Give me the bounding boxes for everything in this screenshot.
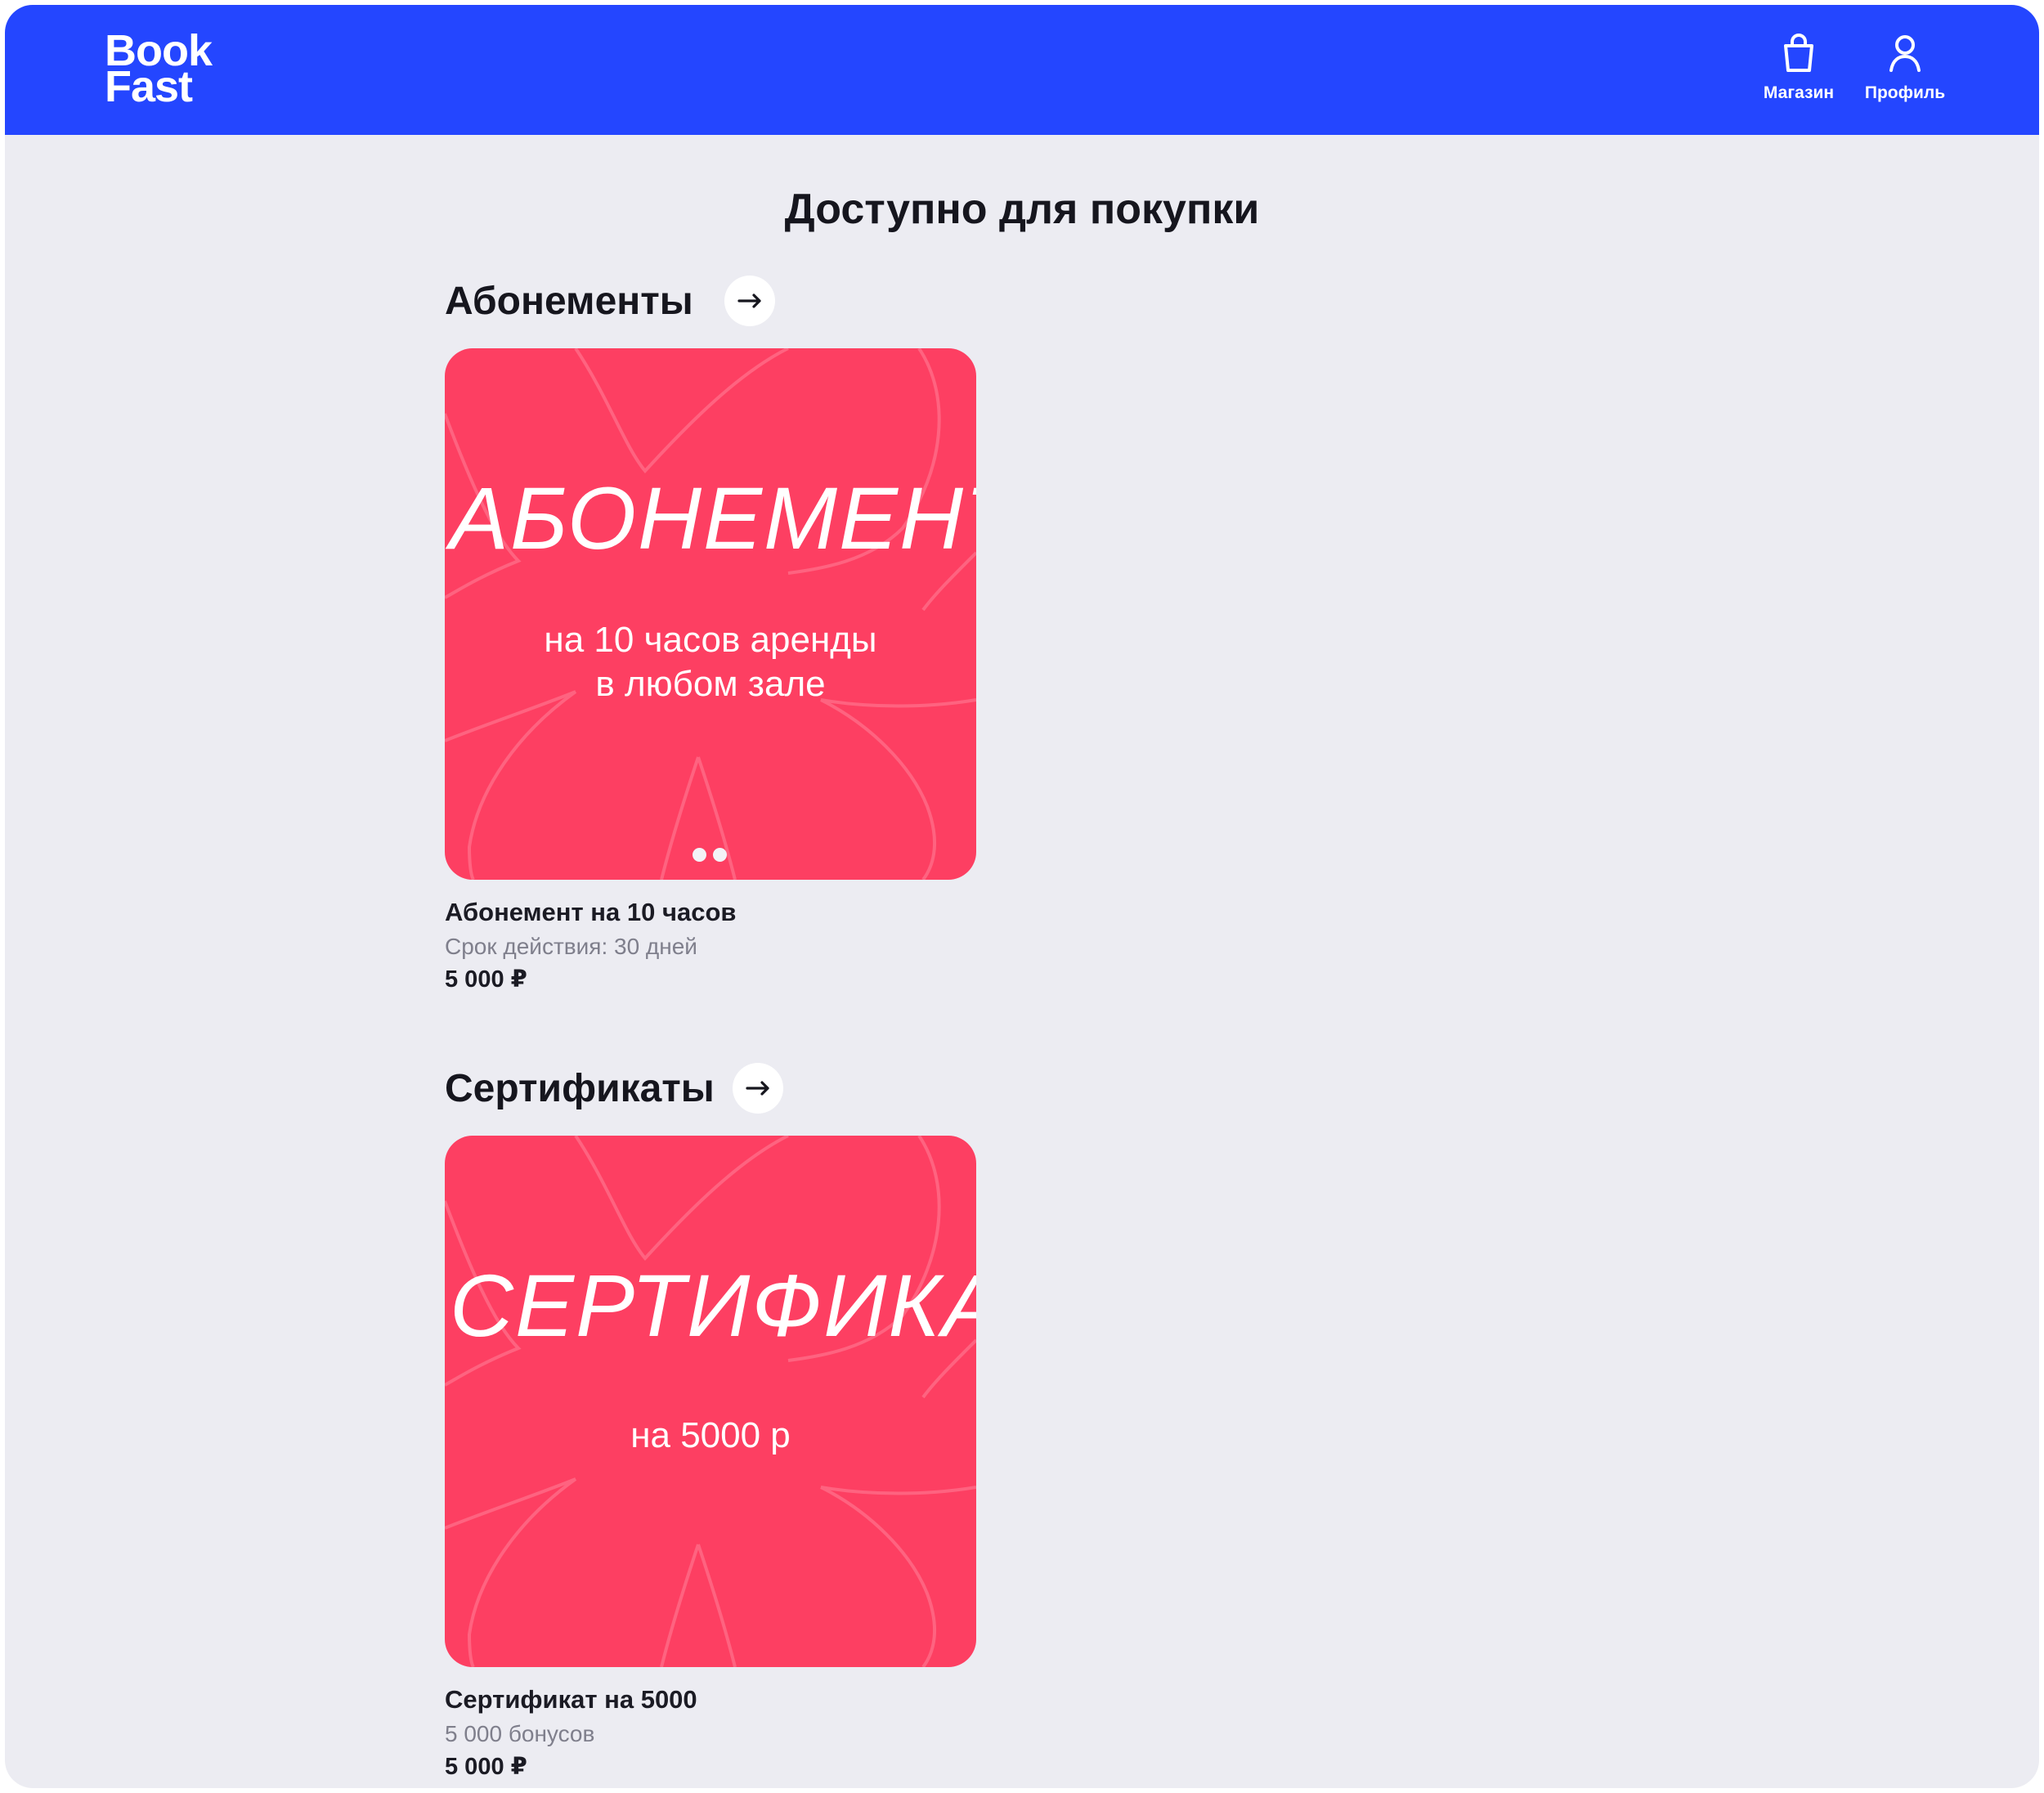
subscription-card-subtitle-line1: на 10 часов аренды	[544, 620, 877, 660]
product-price: 5 000 ₽	[445, 966, 527, 993]
certificate-card-image[interactable]: СЕРТИФИКАТ на 5000 р	[445, 1136, 976, 1667]
nav-shop-label: Магазин	[1763, 83, 1835, 102]
subscription-card-subtitle: на 10 часов аренды в любом зале	[445, 618, 976, 706]
carousel-dot[interactable]	[693, 848, 706, 862]
top-navigation-bar: Book Fast Магазин Профиль	[5, 5, 2039, 135]
product-name[interactable]: Сертификат на 5000	[445, 1685, 697, 1715]
shopping-bag-icon	[1784, 34, 1813, 72]
subscription-product-info: Абонемент на 10 часов Срок действия: 30 …	[445, 898, 736, 993]
product-bonuses: 5 000 бонусов	[445, 1721, 595, 1746]
certificate-card-headline: СЕРТИФИКАТ	[450, 1256, 976, 1355]
subscriptions-arrow-button[interactable]	[724, 276, 775, 326]
section-title-certificates: Сертификаты	[445, 1066, 715, 1110]
nav-profile-label: Профиль	[1864, 83, 1946, 102]
carousel-dot[interactable]	[713, 848, 727, 862]
product-price: 5 000 ₽	[445, 1754, 527, 1780]
certificates-arrow-button[interactable]	[732, 1063, 783, 1114]
product-name[interactable]: Абонемент на 10 часов	[445, 898, 736, 927]
section-header-certificates: Сертификаты	[445, 1063, 783, 1114]
flower-pattern	[445, 1136, 976, 1667]
subscription-card-subtitle-line2: в любом зале	[595, 664, 826, 704]
app-window: Book Fast Магазин Профиль Доступно для п…	[5, 5, 2039, 1788]
nav-profile[interactable]: Профиль	[1856, 33, 1954, 103]
nav-shop[interactable]: Магазин	[1750, 33, 1848, 103]
certificate-card-subtitle: на 5000 р	[630, 1415, 791, 1455]
carousel-dots	[693, 848, 727, 862]
subscription-card-image[interactable]: АБОНЕМЕНТ на 10 часов аренды в любом зал…	[445, 348, 976, 880]
section-title-subscriptions: Абонементы	[445, 279, 693, 323]
user-icon	[1889, 35, 1921, 72]
bookfast-logo[interactable]: Book Fast	[105, 29, 213, 109]
arrow-right-icon	[746, 1081, 769, 1096]
product-validity: Срок действия: 30 дней	[445, 934, 697, 959]
certificate-product-info: Сертификат на 5000 5 000 бонусов 5 000 ₽	[445, 1685, 697, 1781]
page-title: Доступно для покупки	[784, 186, 1260, 233]
section-header-subscriptions: Абонементы	[445, 276, 775, 326]
flower-pattern	[445, 348, 976, 880]
subscription-card-headline: АБОНЕМЕНТ	[450, 468, 976, 567]
arrow-right-icon	[737, 294, 761, 308]
